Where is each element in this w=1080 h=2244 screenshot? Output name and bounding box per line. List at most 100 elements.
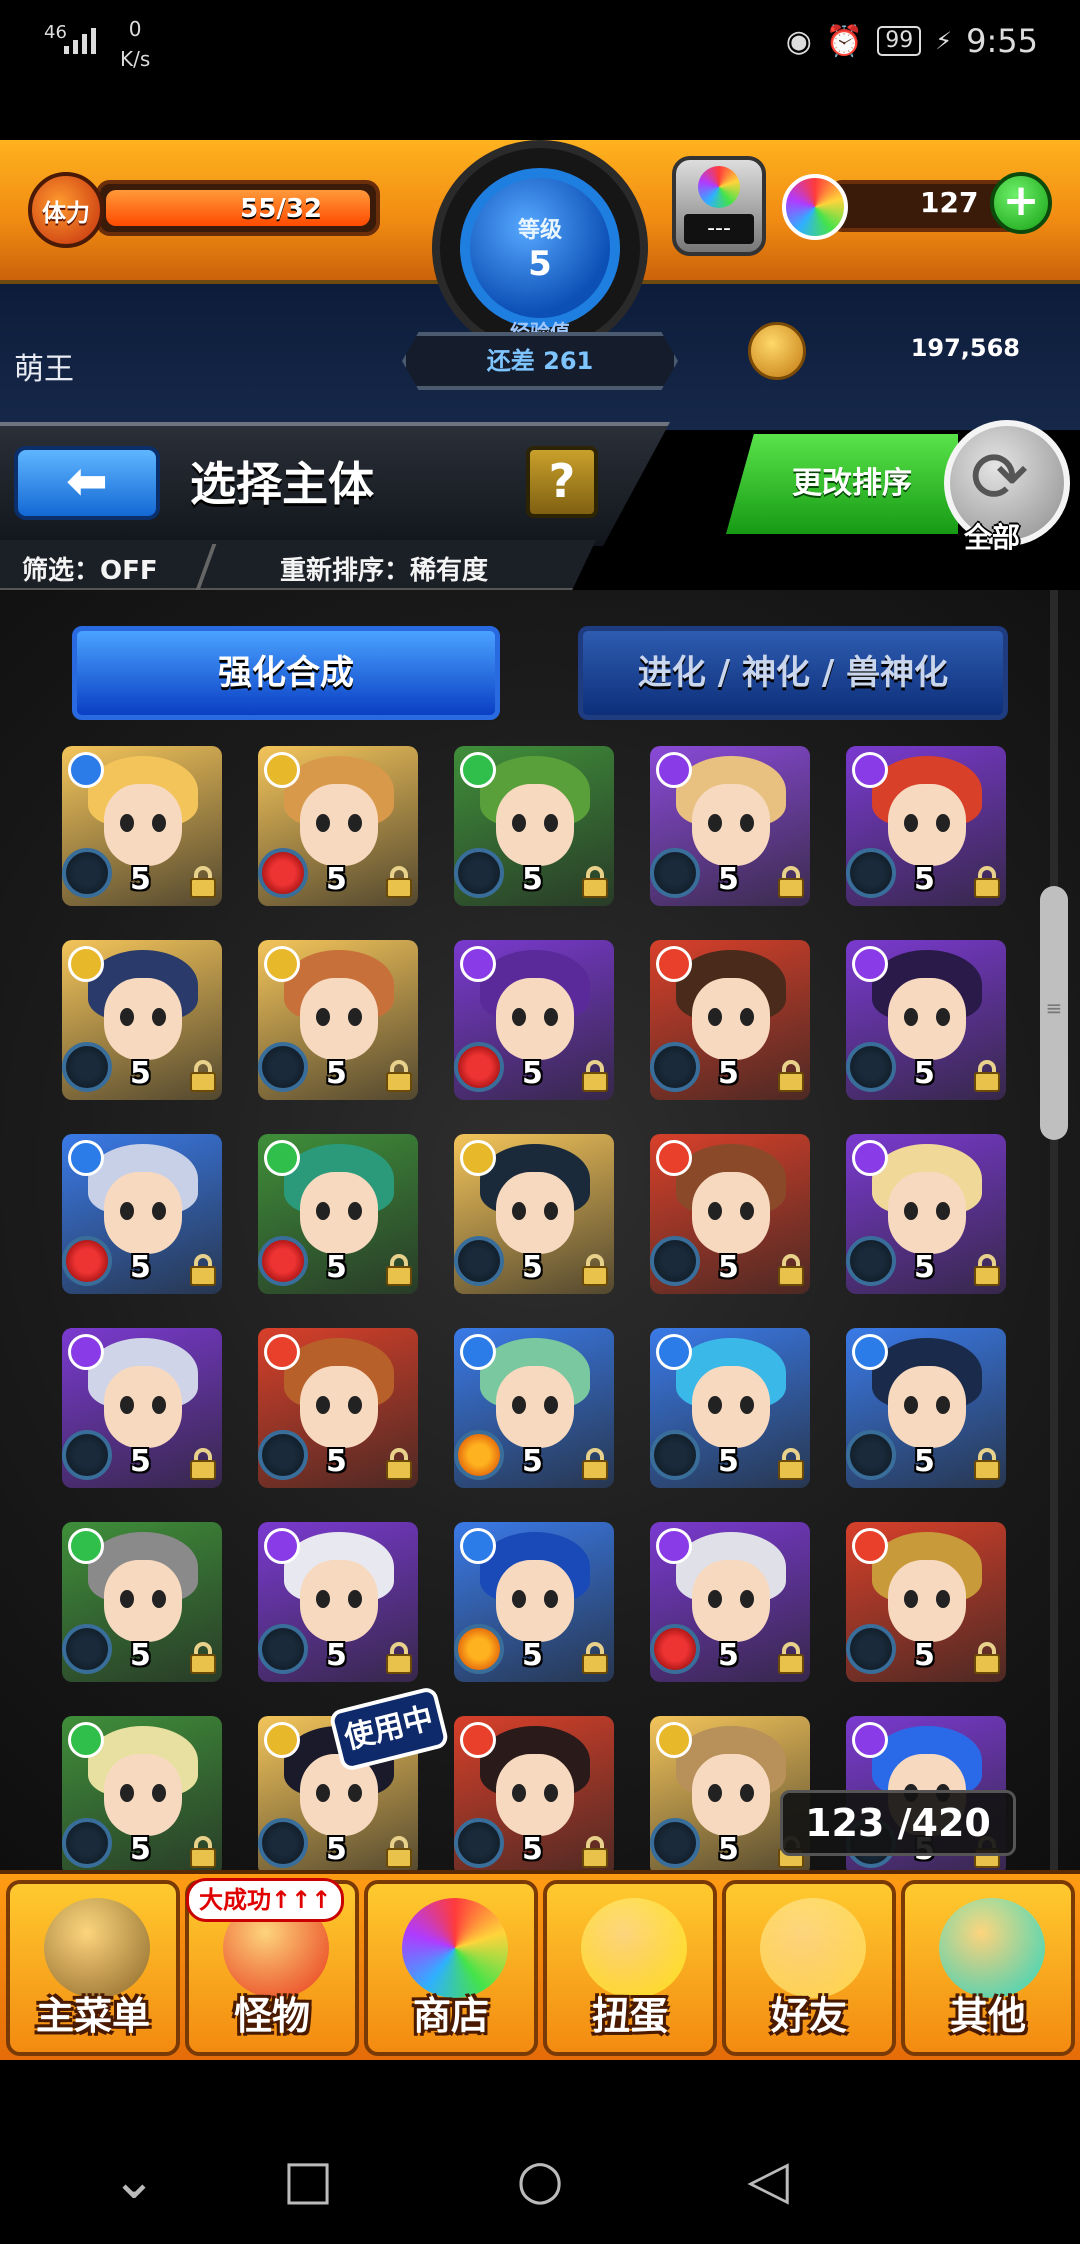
monster-card[interactable]: 5 <box>650 1328 810 1488</box>
lock-icon <box>778 1448 804 1480</box>
rarity-stars: 5 <box>130 1444 151 1479</box>
monster-card[interactable]: 5 <box>846 1328 1006 1488</box>
page-title: 选择主体 <box>190 457 374 511</box>
nav-label: 好友 <box>770 1994 847 2038</box>
nav-label: 怪物 <box>233 1994 310 2038</box>
lock-icon <box>386 1448 412 1480</box>
monster-card[interactable]: 5 <box>650 1522 810 1682</box>
monster-card[interactable]: 5 <box>62 1328 222 1488</box>
refresh-all-label: 全部 <box>964 521 1021 554</box>
monster-card[interactable]: 5 <box>846 1522 1006 1682</box>
monster-card[interactable]: 5 <box>258 940 418 1100</box>
monster-card[interactable]: 5 <box>454 746 614 906</box>
eye-icon: ◉ <box>785 23 812 59</box>
network-speed: 0 K/s <box>120 17 151 71</box>
lock-icon <box>582 866 608 898</box>
monster-card[interactable]: 5 <box>454 1522 614 1682</box>
stamina-icon: 体力 <box>28 172 104 248</box>
ability-icon <box>258 1430 308 1480</box>
monster-card[interactable]: 5 <box>62 1134 222 1294</box>
element-icon <box>460 1334 496 1370</box>
coin-count: 197,568 <box>910 334 1020 362</box>
monster-card[interactable]: 5 <box>62 940 222 1100</box>
ability-icon <box>650 1430 700 1480</box>
sort-order[interactable]: 重新排序：稀有度 <box>280 550 488 587</box>
monster-card[interactable]: 5 <box>846 940 1006 1100</box>
clock: 9:55 <box>966 22 1038 60</box>
battery-indicator: 99 <box>877 26 922 56</box>
rarity-stars: 5 <box>326 1444 347 1479</box>
monster-card[interactable]: 5 <box>258 1134 418 1294</box>
monster-card[interactable]: 5 <box>258 1522 418 1682</box>
rarity-stars: 5 <box>718 1832 739 1867</box>
monster-card[interactable]: 5 <box>846 746 1006 906</box>
monster-card[interactable]: 5 <box>454 1328 614 1488</box>
nav-6[interactable]: 其他 <box>901 1880 1075 2056</box>
element-icon <box>460 1722 496 1758</box>
nav-1[interactable]: 主菜单 <box>6 1880 180 2056</box>
exp-box: 还差 261 <box>402 332 678 390</box>
buy-gems-button[interactable]: + <box>990 172 1052 234</box>
monster-card[interactable]: 5 <box>454 940 614 1100</box>
rarity-stars: 5 <box>130 1056 151 1091</box>
monster-card[interactable]: 5 <box>650 940 810 1100</box>
monster-card[interactable]: 5 <box>454 1716 614 1870</box>
element-icon <box>852 1140 888 1176</box>
lock-icon <box>190 1642 216 1674</box>
ability-icon <box>454 848 504 898</box>
nav-3[interactable]: 商店 <box>364 1880 538 2056</box>
nav-5[interactable]: 好友 <box>722 1880 896 2056</box>
orb-value: --- <box>684 214 754 244</box>
monster-card[interactable]: 5 <box>62 1716 222 1870</box>
back-button[interactable]: ⬅ <box>14 446 160 520</box>
filter-toggle[interactable]: 筛选：OFF <box>22 550 158 587</box>
help-button[interactable]: ? <box>526 446 598 518</box>
orb-capsule[interactable]: --- <box>672 156 766 256</box>
ability-icon <box>454 1236 504 1286</box>
lock-icon <box>386 1254 412 1286</box>
element-icon <box>68 946 104 982</box>
ability-icon <box>846 848 896 898</box>
monster-card[interactable]: 5 <box>258 1328 418 1488</box>
monster-card[interactable]: 5 <box>650 1134 810 1294</box>
ability-icon <box>62 848 112 898</box>
monster-card[interactable]: 5 <box>258 746 418 906</box>
lock-icon <box>582 1448 608 1480</box>
rarity-stars: 5 <box>130 1250 151 1285</box>
monster-card[interactable]: 5 <box>62 746 222 906</box>
monster-grid: 555555555555555555555555555555 <box>0 746 1080 1870</box>
recents-icon[interactable]: □ <box>268 2150 348 2210</box>
monster-card[interactable]: 5 <box>650 746 810 906</box>
rarity-stars: 5 <box>522 1444 543 1479</box>
lock-icon <box>582 1254 608 1286</box>
nav-label: 扭蛋 <box>591 1994 668 2038</box>
rarity-stars: 5 <box>326 1638 347 1673</box>
tab-evolution[interactable]: 进化 / 神化 / 兽神化 <box>578 626 1008 720</box>
monster-card[interactable]: 5 <box>62 1522 222 1682</box>
element-icon <box>852 946 888 982</box>
stamina-value: 55/32 <box>240 194 322 224</box>
box-count: 123 /420 <box>780 1790 1016 1856</box>
other-icon <box>939 1898 1045 1998</box>
gacha-egg-icon <box>581 1898 687 1998</box>
gem-icon <box>782 174 848 240</box>
ability-icon <box>650 1236 700 1286</box>
collapse-icon[interactable]: ⌄ <box>94 2150 174 2210</box>
element-icon <box>656 1334 692 1370</box>
tab-power-up[interactable]: 强化合成 <box>72 626 500 720</box>
home-icon[interactable]: ○ <box>500 2150 580 2210</box>
element-icon <box>68 1722 104 1758</box>
nav-4[interactable]: 扭蛋 <box>543 1880 717 2056</box>
element-icon <box>852 1722 888 1758</box>
change-sort-button[interactable]: 更改排序 <box>726 434 958 534</box>
ability-icon <box>454 1430 504 1480</box>
back-icon[interactable]: ◁ <box>728 2150 808 2210</box>
rarity-stars: 5 <box>522 1638 543 1673</box>
player-name: 萌王 <box>14 352 74 387</box>
rarity-stars: 5 <box>130 1638 151 1673</box>
element-icon <box>264 752 300 788</box>
monster-card[interactable]: 5 <box>454 1134 614 1294</box>
lock-icon <box>974 1060 1000 1092</box>
scrollbar-track[interactable] <box>1050 590 1058 1870</box>
monster-card[interactable]: 5 <box>846 1134 1006 1294</box>
